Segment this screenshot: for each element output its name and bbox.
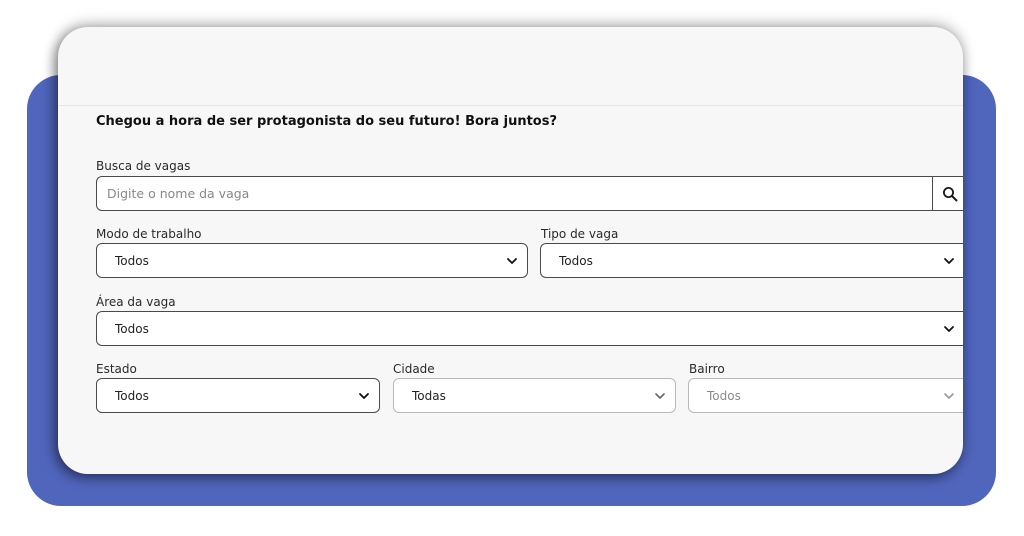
area-da-vaga-value: Todos	[115, 321, 149, 336]
modo-de-trabalho-value: Todos	[115, 253, 149, 268]
estado-select[interactable]: Todos	[96, 378, 380, 413]
chevron-down-icon	[359, 393, 369, 399]
estado-label: Estado	[96, 362, 137, 376]
bairro-label: Bairro	[689, 362, 725, 376]
search-button[interactable]	[932, 176, 963, 211]
cidade-select[interactable]: Todas	[393, 378, 676, 413]
chevron-down-icon	[944, 393, 954, 399]
area-da-vaga-label: Área da vaga	[96, 295, 176, 309]
tipo-de-vaga-select[interactable]: Todos	[540, 243, 963, 278]
job-search-card: Chegou a hora de ser protagonista do seu…	[58, 27, 963, 474]
cidade-label: Cidade	[393, 362, 435, 376]
bairro-select[interactable]: Todos	[688, 378, 963, 413]
chevron-down-icon	[944, 258, 954, 264]
tipo-de-vaga-label: Tipo de vaga	[541, 227, 619, 241]
page-title: Chegou a hora de ser protagonista do seu…	[96, 114, 558, 129]
modo-de-trabalho-select[interactable]: Todos	[96, 243, 528, 278]
search-input[interactable]	[96, 176, 943, 211]
area-da-vaga-select[interactable]: Todos	[96, 311, 963, 346]
search-label: Busca de vagas	[96, 159, 191, 173]
bairro-value: Todos	[707, 388, 741, 403]
chevron-down-icon	[944, 326, 954, 332]
modo-de-trabalho-label: Modo de trabalho	[96, 227, 202, 241]
tipo-de-vaga-value: Todos	[559, 253, 593, 268]
card-divider	[58, 105, 963, 106]
chevron-down-icon	[507, 258, 517, 264]
search-icon	[943, 186, 958, 201]
cidade-value: Todas	[412, 388, 446, 403]
chevron-down-icon	[655, 393, 665, 399]
estado-value: Todos	[115, 388, 149, 403]
